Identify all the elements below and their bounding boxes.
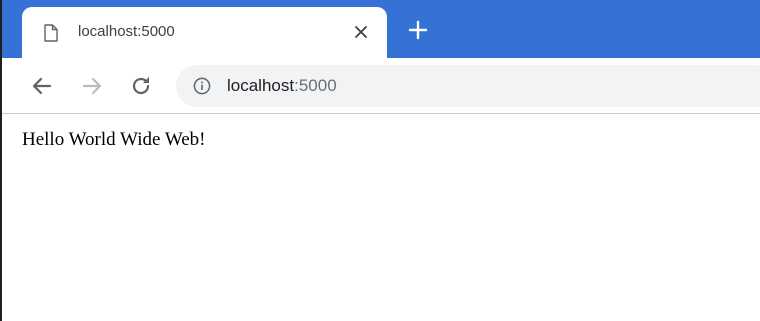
toolbar: localhost:5000 [2, 58, 760, 114]
tab-strip: localhost:5000 [2, 0, 760, 58]
tab-localhost[interactable]: localhost:5000 [22, 7, 387, 58]
url-host: localhost [227, 76, 295, 95]
url-port: :5000 [294, 76, 337, 95]
url-text[interactable]: localhost:5000 [227, 76, 337, 96]
browser-window: localhost:5000 localhost:5000 Hello Worl… [0, 0, 760, 321]
close-icon[interactable] [353, 24, 369, 40]
plus-icon[interactable] [407, 19, 429, 41]
body-text: Hello World Wide Web! [22, 129, 206, 150]
page-icon [44, 24, 58, 42]
reload-icon[interactable] [129, 74, 153, 98]
tab-title: localhost:5000 [78, 23, 175, 40]
info-icon[interactable] [193, 77, 211, 95]
page-content: Hello World Wide Web! [2, 115, 760, 321]
address-bar[interactable]: localhost:5000 [176, 65, 760, 107]
arrow-right-icon[interactable] [80, 74, 104, 98]
arrow-left-icon[interactable] [30, 74, 54, 98]
